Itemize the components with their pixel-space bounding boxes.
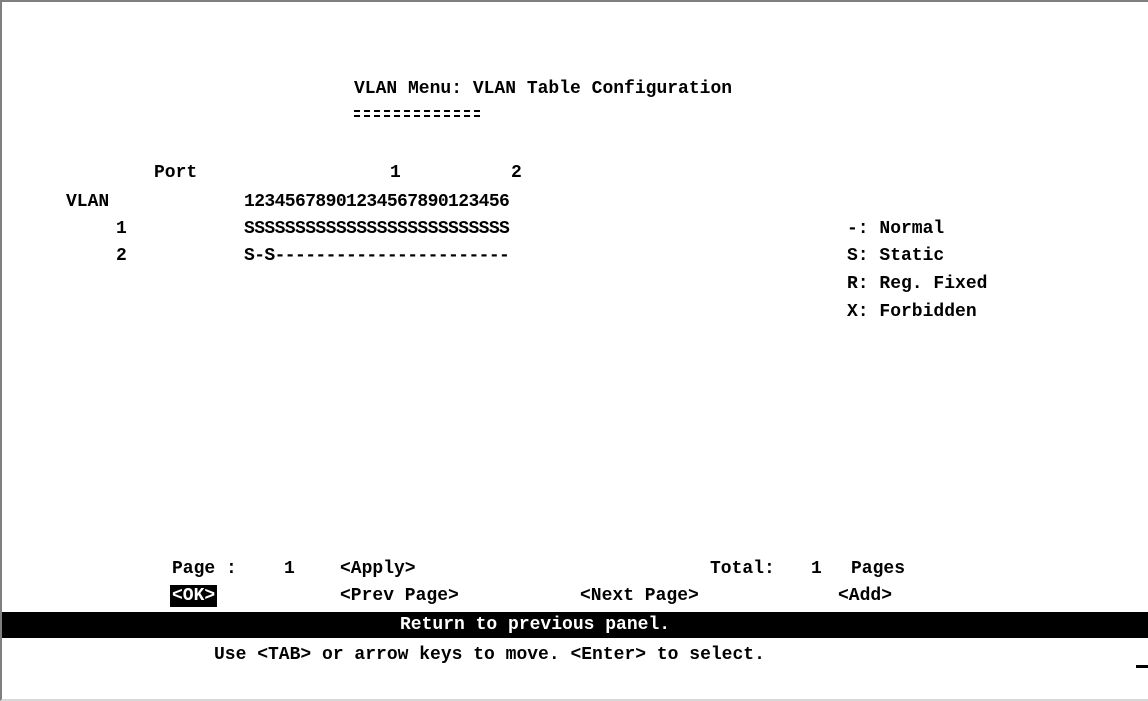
status-bar: Return to previous panel. — [2, 612, 1148, 638]
help-line: Use <TAB> or arrow keys to move. <Enter>… — [214, 645, 765, 665]
terminal-screen: VLAN Menu: VLAN Table Configuration Port… — [0, 0, 1148, 701]
prev-page-button[interactable]: <Prev Page> — [340, 585, 459, 607]
vlan-row-1-membership[interactable]: SSSSSSSSSSSSSSSSSSSSSSSSSS — [244, 218, 510, 240]
total-pages: 1 — [811, 559, 822, 579]
vlan-row-2-id: 2 — [116, 246, 127, 266]
status-message: Return to previous panel. — [400, 615, 671, 635]
apply-button[interactable]: <Apply> — [340, 558, 416, 580]
vlan-row-1-id: 1 — [116, 219, 127, 239]
add-button[interactable]: <Add> — [838, 585, 892, 607]
next-page-button[interactable]: <Next Page> — [580, 585, 699, 607]
legend-static: S: Static — [847, 246, 945, 266]
page-label: Page : — [172, 559, 237, 579]
legend-reg-fixed: R: Reg. Fixed — [847, 274, 988, 294]
port-tens-digit-1: 1 — [390, 163, 401, 183]
total-label: Total: — [710, 559, 775, 579]
pages-label: Pages — [851, 559, 906, 579]
title-underline-second — [354, 115, 480, 117]
page-title: VLAN Menu: VLAN Table Configuration — [354, 79, 733, 99]
vlan-row-2-membership[interactable]: S-S----------------------- — [244, 245, 510, 267]
port-digits-header: 12345678901234567890123456 — [244, 192, 510, 212]
port-header-label: Port — [154, 163, 198, 183]
page-number: 1 — [284, 559, 295, 579]
legend-forbidden: X: Forbidden — [847, 302, 977, 322]
ok-button[interactable]: <OK> — [170, 585, 218, 607]
cursor-mark — [1136, 665, 1148, 668]
port-tens-digit-2: 2 — [511, 163, 522, 183]
vlan-header-label: VLAN — [66, 192, 110, 212]
title-underline — [354, 110, 480, 112]
legend-normal: -: Normal — [847, 219, 945, 239]
